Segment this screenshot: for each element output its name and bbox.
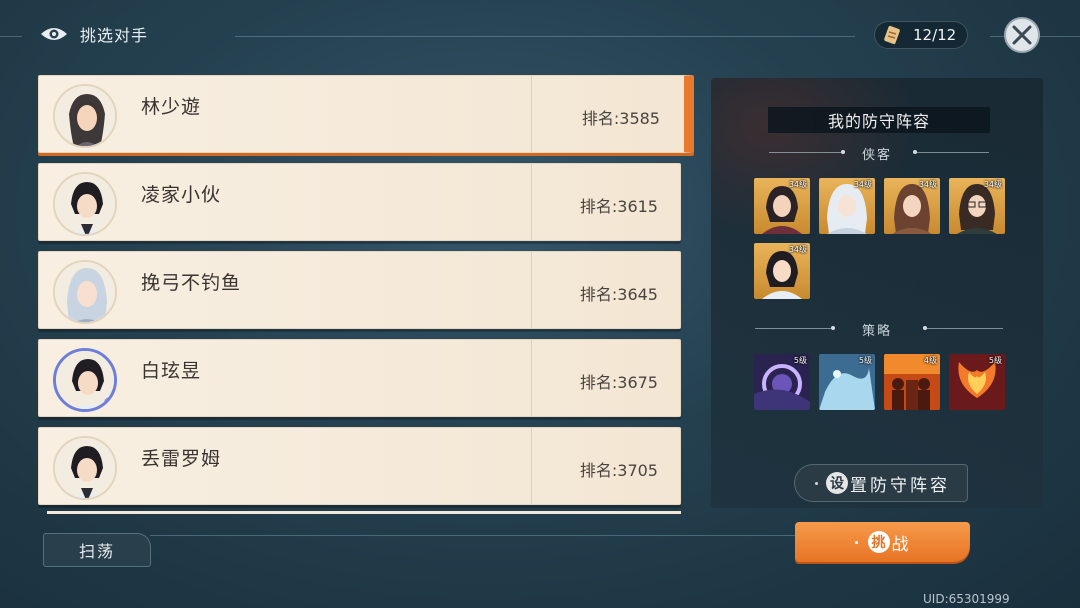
page-header: 挑选对手 <box>40 22 148 46</box>
hero-level: 34级 <box>983 180 1002 189</box>
challenge-label: 战 <box>891 534 911 555</box>
row-divider <box>531 428 532 504</box>
challenge-ticket-counter[interactable]: 12/12 <box>874 21 968 49</box>
opponent-row[interactable]: 白玹昱 排名:3675 <box>38 339 681 417</box>
opponent-name: 挽弓不钓鱼 <box>141 272 242 294</box>
close-swords-icon <box>1012 25 1032 45</box>
button-dot <box>854 540 858 544</box>
hero-card[interactable]: 34级 <box>949 178 1005 234</box>
strategy-card[interactable]: 4级 <box>884 354 940 410</box>
opponent-rank: 排名:3705 <box>579 461 658 480</box>
hero-card[interactable]: 34级 <box>884 178 940 234</box>
opponent-list[interactable]: 林少遊 排名:3585 凌家小伙 排名:3615 挽弓不钓鱼 排名:3645 白… <box>38 75 694 515</box>
row-divider <box>531 340 532 416</box>
challenge-button[interactable]: 挑 战 <box>795 522 970 562</box>
opponent-name: 林少遊 <box>141 96 202 118</box>
ticket-count: 12/12 <box>913 26 957 44</box>
button-badge: 设 <box>826 472 848 494</box>
strategy-section-label: 策略 <box>861 324 892 339</box>
eye-icon <box>41 28 67 40</box>
set-defense-label: 置防守阵容 <box>850 475 950 496</box>
hero-card[interactable]: 34级 <box>754 243 810 299</box>
background-line <box>150 535 620 536</box>
sweep-button[interactable]: 扫荡 <box>43 533 151 567</box>
hero-level: 34级 <box>853 180 872 189</box>
hero-level: 34级 <box>788 245 807 254</box>
avatar <box>53 348 117 412</box>
button-badge: 挑 <box>867 531 890 553</box>
set-defense-button[interactable]: 设 置防守阵容 <box>794 464 968 502</box>
close-button[interactable] <box>1004 17 1040 53</box>
strategy-level: 5级 <box>988 356 1002 365</box>
background-line <box>235 36 855 37</box>
section-divider <box>917 152 989 153</box>
opponent-name: 凌家小伙 <box>141 184 222 206</box>
user-id: UID:65301999 <box>923 592 1010 606</box>
strategy-card[interactable]: 5级 <box>754 354 810 410</box>
scroll-ticket-icon <box>884 25 900 45</box>
strategy-card[interactable]: 5级 <box>819 354 875 410</box>
button-dot <box>815 481 818 485</box>
background-line <box>620 535 800 536</box>
strategy-card[interactable]: 5级 <box>949 354 1005 410</box>
defense-lineup-panel: 我的防守阵容 侠客 34级 34级 34级 34级 34级 策略 5级 5级 4… <box>711 78 1043 508</box>
section-divider <box>927 328 1003 329</box>
avatar <box>53 436 117 500</box>
opponent-row[interactable]: 林少遊 排名:3585 <box>38 75 694 153</box>
next-row-edge <box>47 511 681 514</box>
avatar <box>53 84 117 148</box>
row-divider <box>531 252 532 328</box>
row-divider <box>531 76 532 152</box>
opponent-rank: 排名:3615 <box>579 197 658 216</box>
opponent-name: 丢雷罗姆 <box>141 448 222 470</box>
opponent-name: 白玹昱 <box>141 360 202 382</box>
page-title: 挑选对手 <box>80 26 149 45</box>
strategy-level: 5级 <box>793 356 807 365</box>
opponent-row[interactable]: 丢雷罗姆 排名:3705 <box>38 427 681 505</box>
strategy-level: 5级 <box>858 356 872 365</box>
hero-level: 34级 <box>918 180 937 189</box>
opponent-rank: 排名:3645 <box>579 285 658 304</box>
avatar <box>53 260 117 324</box>
opponent-rank: 排名:3675 <box>579 373 658 392</box>
defense-title: 我的防守阵容 <box>768 107 990 133</box>
hero-card[interactable]: 34级 <box>754 178 810 234</box>
opponent-row[interactable]: 凌家小伙 排名:3615 <box>38 163 681 241</box>
avatar <box>53 172 117 236</box>
opponent-row[interactable]: 挽弓不钓鱼 排名:3645 <box>38 251 681 329</box>
opponent-rank: 排名:3585 <box>581 109 660 128</box>
row-divider <box>531 164 532 240</box>
hero-level: 34级 <box>788 180 807 189</box>
strategy-level: 4级 <box>923 356 937 365</box>
hero-card[interactable]: 34级 <box>819 178 875 234</box>
background-line <box>0 36 22 37</box>
heroes-section-label: 侠客 <box>861 148 892 163</box>
